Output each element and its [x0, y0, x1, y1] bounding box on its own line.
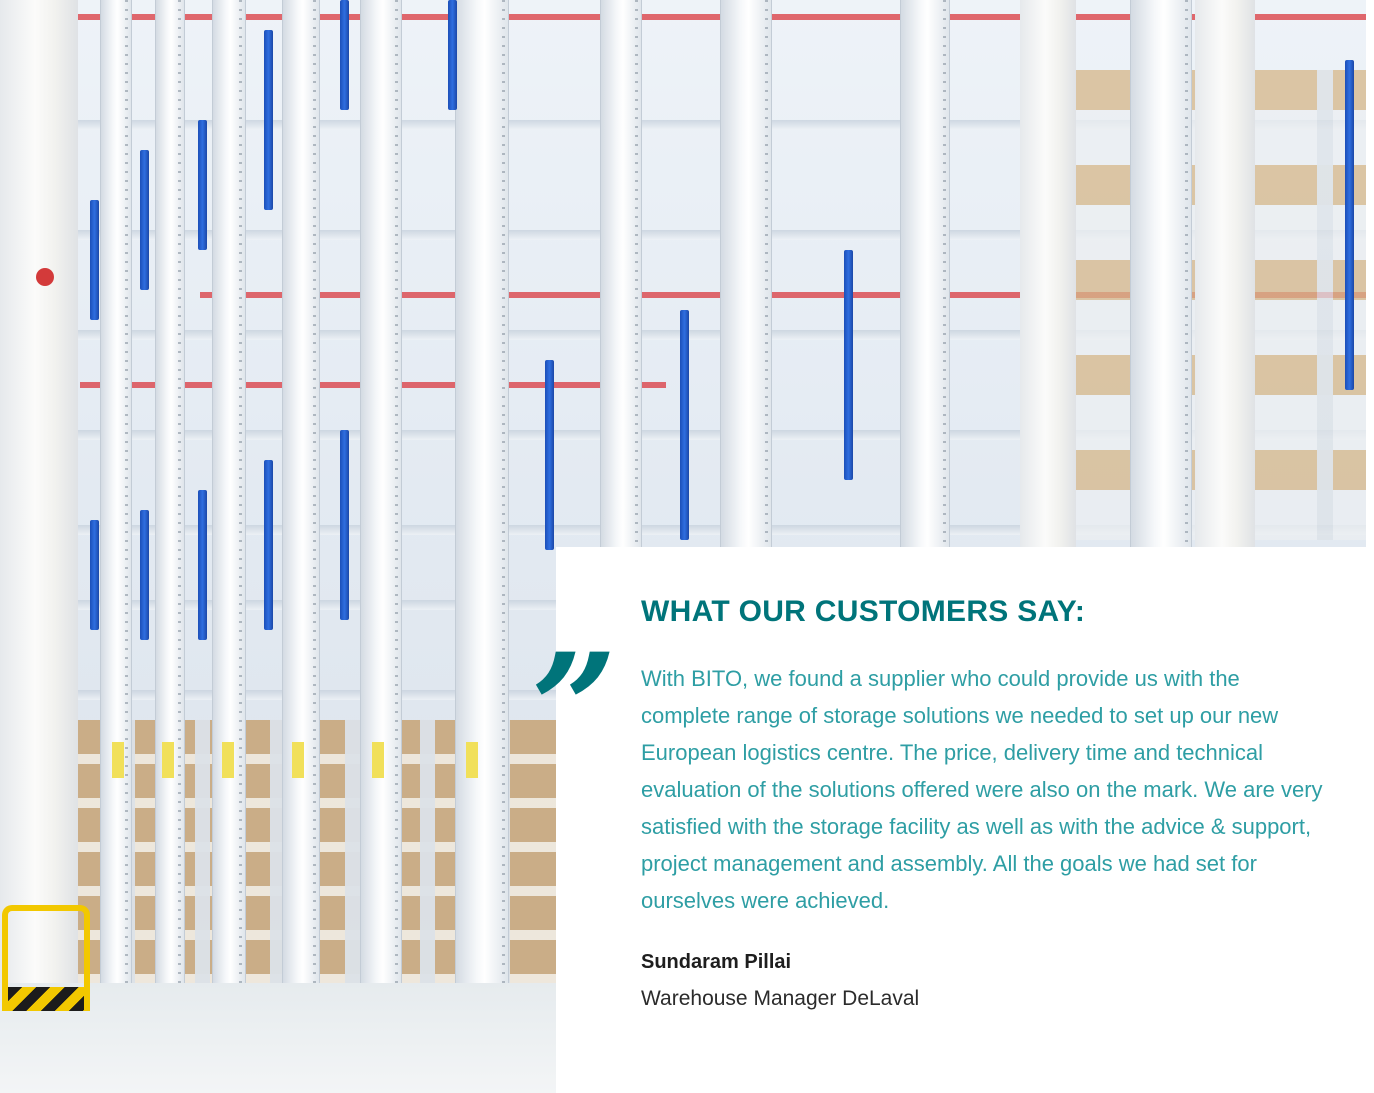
testimonial-author-role: Warehouse Manager DeLaval	[641, 987, 920, 1010]
testimonial-quote: With BITO, we found a supplier who could…	[641, 666, 1323, 913]
testimonial-heading: WHAT OUR CUSTOMERS SAY:	[641, 595, 1086, 628]
quote-mark-icon: ”	[531, 634, 617, 784]
testimonial-author-name: Sundaram Pillai	[641, 951, 792, 973]
quote-mark-glyph: ”	[531, 621, 618, 797]
